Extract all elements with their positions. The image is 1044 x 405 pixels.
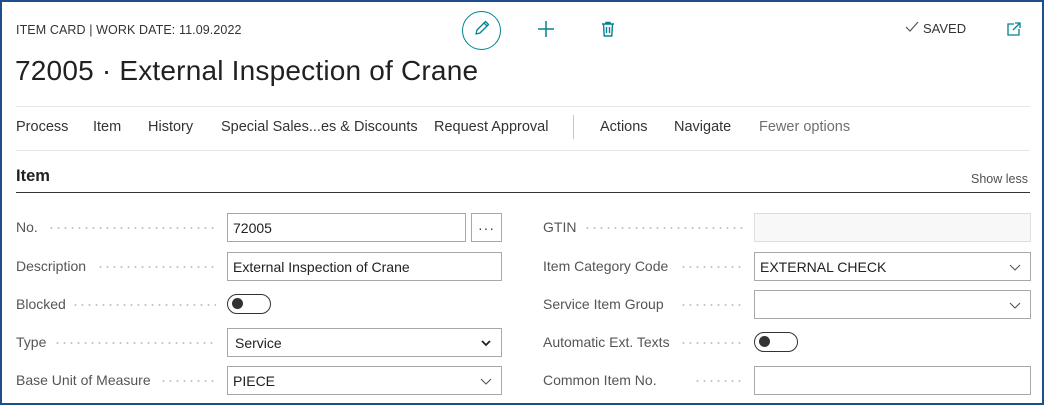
chevron-down-icon <box>1008 298 1022 312</box>
open-new-window-button[interactable] <box>1002 19 1026 43</box>
item-category-select-value: EXTERNAL CHECK <box>760 259 887 275</box>
section-title: Item <box>16 167 50 185</box>
field-common-item-no-label: Common Item No. <box>543 372 657 388</box>
item-category-select[interactable]: EXTERNAL CHECK <box>754 252 1031 281</box>
field-automatic-ext-texts-label: Automatic Ext. Texts <box>543 334 670 350</box>
new-button[interactable] <box>534 19 558 43</box>
action-navigate[interactable]: Navigate <box>674 119 731 135</box>
open-in-new-window-icon <box>1005 20 1023 43</box>
chevron-down-icon <box>479 336 493 350</box>
common-item-no-input[interactable] <box>754 366 1031 395</box>
show-less-link[interactable]: Show less <box>971 172 1028 186</box>
chevron-down-icon <box>479 374 493 388</box>
action-item[interactable]: Item <box>93 119 121 135</box>
field-no-label: No. <box>16 219 38 235</box>
delete-button[interactable] <box>596 19 620 43</box>
leader-dots <box>584 227 744 229</box>
item-card-window: ITEM CARD | WORK DATE: 11.09.2022 72005 … <box>0 0 1044 405</box>
base-unit-select[interactable]: PIECE <box>227 366 502 395</box>
no-lookup-button[interactable]: ··· <box>471 213 502 242</box>
field-item-category-label: Item Category Code <box>543 258 669 274</box>
saved-label: SAVED <box>923 21 967 36</box>
leader-dots <box>680 266 744 268</box>
field-description-label: Description <box>16 258 87 274</box>
gtin-input[interactable] <box>754 213 1031 242</box>
leader-dots <box>54 342 216 344</box>
action-process[interactable]: Process <box>16 119 68 135</box>
type-select-value: Service <box>235 335 282 351</box>
type-select[interactable]: Service <box>227 328 502 357</box>
pencil-icon <box>473 19 491 42</box>
field-type-label: Type <box>16 334 47 350</box>
leader-dots <box>48 227 216 229</box>
leader-dots <box>160 380 216 382</box>
header-divider <box>16 106 1030 107</box>
field-blocked-label: Blocked <box>16 296 66 312</box>
trash-icon <box>599 20 617 43</box>
action-fewer-options[interactable]: Fewer options <box>759 119 850 135</box>
field-base-unit-label: Base Unit of Measure <box>16 372 151 388</box>
chevron-down-icon <box>1008 260 1022 274</box>
action-bar-divider <box>16 150 1030 151</box>
field-service-item-group-label: Service Item Group <box>543 296 664 312</box>
service-item-group-select[interactable] <box>754 290 1031 319</box>
action-request-approval[interactable]: Request Approval <box>434 119 548 135</box>
section-divider <box>16 192 1030 193</box>
page-title: 72005 · External Inspection of Crane <box>15 55 479 86</box>
action-special-sales[interactable]: Special Sales...es & Discounts <box>221 119 418 135</box>
leader-dots <box>72 304 216 306</box>
edit-button[interactable] <box>462 11 501 50</box>
no-input[interactable]: 72005 <box>227 213 466 242</box>
automatic-ext-texts-toggle[interactable] <box>754 332 798 352</box>
description-input[interactable]: External Inspection of Crane <box>227 252 502 281</box>
plus-icon <box>536 19 556 44</box>
blocked-toggle[interactable] <box>227 294 271 314</box>
leader-dots <box>680 304 744 306</box>
check-icon <box>905 21 919 36</box>
action-separator <box>573 115 574 139</box>
action-actions[interactable]: Actions <box>600 119 648 135</box>
leader-dots <box>680 342 744 344</box>
leader-dots <box>694 380 744 382</box>
leader-dots <box>97 266 216 268</box>
page-caption: ITEM CARD | WORK DATE: 11.09.2022 <box>16 23 242 37</box>
saved-status: SAVED <box>905 21 966 36</box>
base-unit-select-value: PIECE <box>233 373 276 389</box>
field-gtin-label: GTIN <box>543 219 577 235</box>
action-history[interactable]: History <box>148 119 193 135</box>
